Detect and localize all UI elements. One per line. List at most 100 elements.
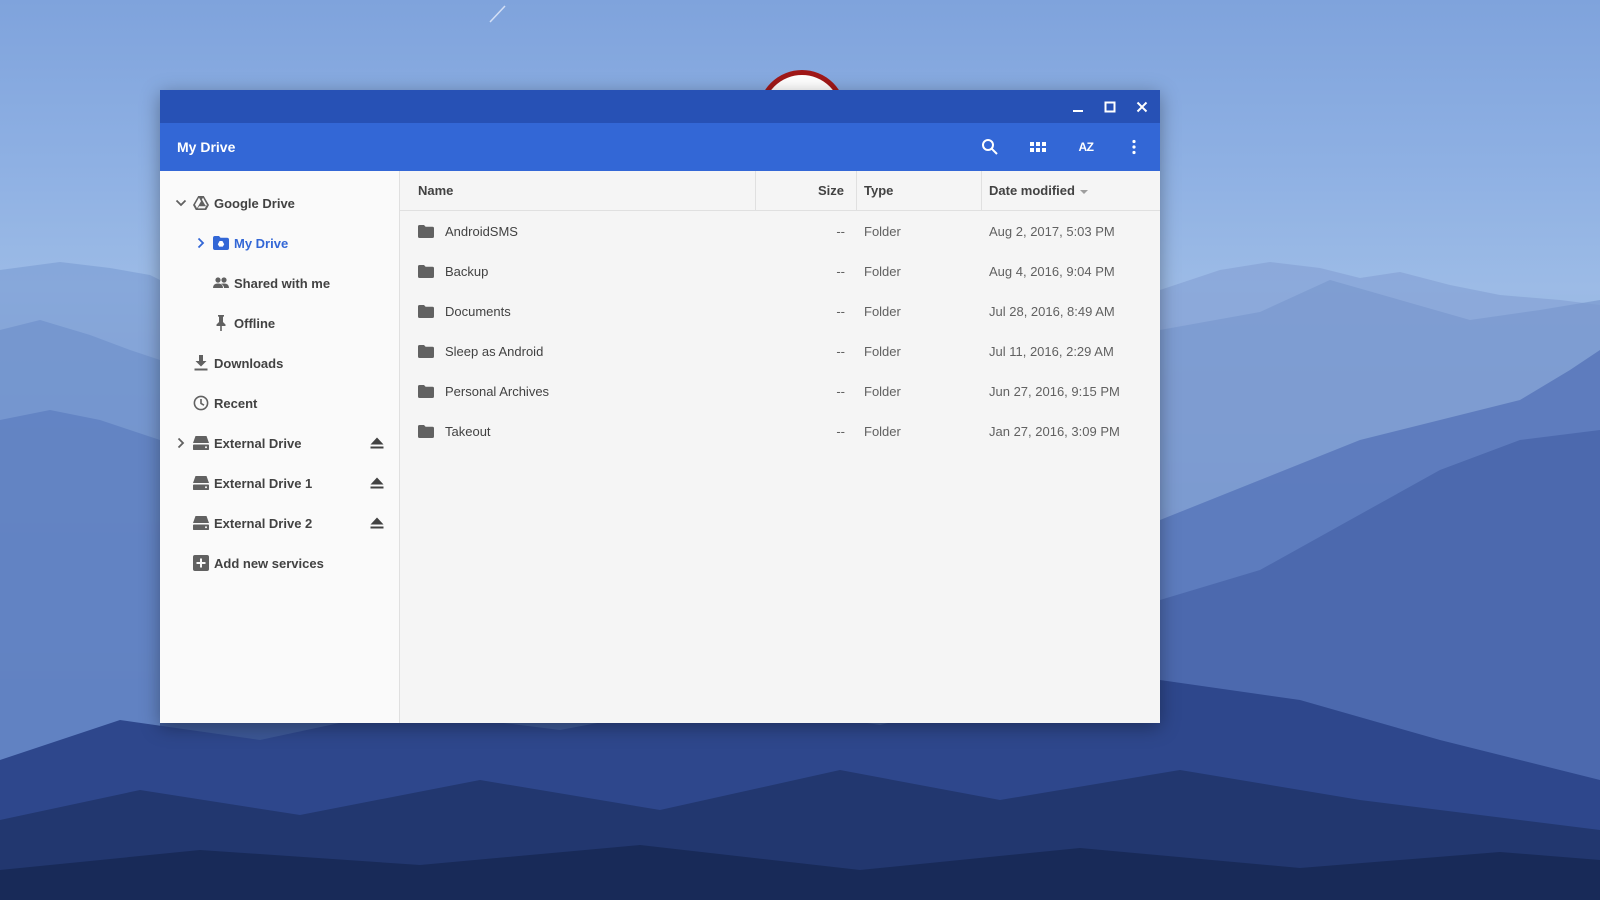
chevron-right-icon[interactable] — [194, 236, 208, 250]
close-icon — [1136, 101, 1148, 112]
sidebar-item-shared-with-me[interactable]: Shared with me — [160, 263, 399, 303]
column-label-type: Type — [864, 183, 894, 198]
file-size: -- — [836, 263, 845, 279]
files-app-window: My Drive AZ Google Drive My Drive Shared w… — [160, 90, 1160, 723]
sidebar-item-label: Downloads — [214, 355, 284, 371]
file-name-cell: Backup — [400, 262, 756, 280]
folder-icon — [417, 422, 435, 440]
file-row[interactable]: AndroidSMS -- Folder Aug 2, 2017, 5:03 PM — [400, 211, 1160, 251]
file-name: Takeout — [445, 423, 491, 439]
column-header-date[interactable]: Date modified — [982, 171, 1160, 210]
minimize-button[interactable] — [1062, 90, 1094, 123]
file-row[interactable]: Takeout -- Folder Jan 27, 2016, 3:09 PM — [400, 411, 1160, 451]
sidebar-item-my-drive[interactable]: My Drive — [160, 223, 399, 263]
file-size: -- — [836, 343, 845, 359]
shared-people-icon — [212, 274, 230, 292]
search-icon — [982, 139, 998, 155]
file-name: Documents — [445, 303, 511, 319]
grid-view-button[interactable] — [1014, 123, 1062, 171]
sidebar-item-external-drive-1[interactable]: External Drive 1 — [160, 463, 399, 503]
sidebar-item-downloads[interactable]: Downloads — [160, 343, 399, 383]
maximize-button[interactable] — [1094, 90, 1126, 123]
sidebar-item-label: External Drive 2 — [214, 515, 313, 531]
chevron-down-icon[interactable] — [174, 196, 188, 210]
eject-icon[interactable] — [369, 475, 385, 491]
search-button[interactable] — [966, 123, 1014, 171]
sidebar-item-external-drive-2[interactable]: External Drive 2 — [160, 503, 399, 543]
window-frame — [160, 90, 1160, 123]
drive-icon — [192, 434, 210, 452]
sidebar-item-label: Recent — [214, 395, 258, 411]
sidebar-item-add-new-services[interactable]: Add new services — [160, 543, 399, 583]
file-date-modified: Jul 11, 2016, 2:29 AM — [989, 343, 1114, 359]
sidebar-item-label: Google Drive — [214, 195, 295, 211]
sidebar-item-label: External Drive — [214, 435, 302, 451]
eject-icon[interactable] — [369, 515, 385, 531]
sort-button[interactable]: AZ — [1062, 123, 1110, 171]
more-vert-icon — [1132, 139, 1136, 155]
file-size: -- — [836, 303, 845, 319]
file-row[interactable]: Documents -- Folder Jul 28, 2016, 8:49 AM — [400, 291, 1160, 331]
file-type: Folder — [864, 303, 901, 319]
file-name: Backup — [445, 263, 489, 279]
minimize-icon — [1073, 109, 1083, 112]
sidebar: Google Drive My Drive Shared with me Offlin… — [160, 171, 400, 723]
column-header-type[interactable]: Type — [857, 171, 982, 210]
file-date-modified: Jan 27, 2016, 3:09 PM — [989, 423, 1120, 439]
chevron-right-icon[interactable] — [174, 436, 188, 450]
column-header-size[interactable]: Size — [756, 171, 857, 210]
file-type: Folder — [864, 343, 901, 359]
file-rows: AndroidSMS -- Folder Aug 2, 2017, 5:03 PM Ba… — [400, 211, 1160, 451]
grid-view-icon — [1030, 142, 1046, 152]
close-button[interactable] — [1126, 90, 1158, 123]
add-box-icon — [192, 554, 210, 572]
file-type: Folder — [864, 223, 901, 239]
sidebar-item-external-drive[interactable]: External Drive — [160, 423, 399, 463]
sidebar-item-label: External Drive 1 — [214, 475, 313, 491]
sort-descending-icon — [1079, 189, 1088, 194]
toolbar: My Drive AZ — [160, 123, 1160, 171]
download-icon — [192, 354, 210, 372]
file-name-cell: Sleep as Android — [400, 342, 756, 360]
google-drive-icon — [192, 194, 210, 212]
file-name: Personal Archives — [445, 383, 550, 399]
folder-icon — [417, 342, 435, 360]
column-header-name[interactable]: Name — [400, 171, 756, 210]
sidebar-item-recent[interactable]: Recent — [160, 383, 399, 423]
sidebar-item-label: My Drive — [234, 235, 289, 251]
column-label-date: Date modified — [989, 183, 1075, 198]
file-name-cell: Documents — [400, 302, 756, 320]
file-date-modified: Jul 28, 2016, 8:49 AM — [989, 303, 1115, 319]
file-date-modified: Jun 27, 2016, 9:15 PM — [989, 383, 1120, 399]
maximize-icon — [1104, 101, 1116, 112]
file-date-modified: Aug 4, 2016, 9:04 PM — [989, 263, 1115, 279]
column-label-size: Size — [817, 183, 844, 198]
folder-icon — [417, 222, 435, 240]
folder-icon — [417, 302, 435, 320]
sidebar-item-label: Add new services — [214, 555, 324, 571]
file-list-header: Name Size Type Date modified — [400, 171, 1160, 211]
eject-icon[interactable] — [369, 435, 385, 451]
sidebar-item-label: Offline — [234, 315, 276, 331]
desktop: My Drive AZ Google Drive My Drive Shared w… — [0, 0, 1600, 900]
file-type: Folder — [864, 383, 901, 399]
sidebar-item-offline[interactable]: Offline — [160, 303, 399, 343]
file-size: -- — [836, 423, 845, 439]
file-row[interactable]: Sleep as Android -- Folder Jul 11, 2016, 2:… — [400, 331, 1160, 371]
drive-icon — [192, 514, 210, 532]
file-row[interactable]: Backup -- Folder Aug 4, 2016, 9:04 PM — [400, 251, 1160, 291]
file-date-modified: Aug 2, 2017, 5:03 PM — [989, 223, 1115, 239]
sort-icon: AZ — [1078, 140, 1095, 154]
file-list: Name Size Type Date modified AndroidSMS -… — [400, 171, 1160, 723]
breadcrumb[interactable]: My Drive — [160, 139, 966, 155]
folder-icon — [417, 262, 435, 280]
file-size: -- — [836, 383, 845, 399]
file-type: Folder — [864, 423, 901, 439]
sidebar-item-google-drive[interactable]: Google Drive — [160, 183, 399, 223]
file-row[interactable]: Personal Archives -- Folder Jun 27, 2016, 9… — [400, 371, 1160, 411]
more-options-button[interactable] — [1110, 123, 1158, 171]
file-name-cell: Personal Archives — [400, 382, 756, 400]
drive-icon — [192, 474, 210, 492]
file-name-cell: Takeout — [400, 422, 756, 440]
folder-icon — [417, 382, 435, 400]
